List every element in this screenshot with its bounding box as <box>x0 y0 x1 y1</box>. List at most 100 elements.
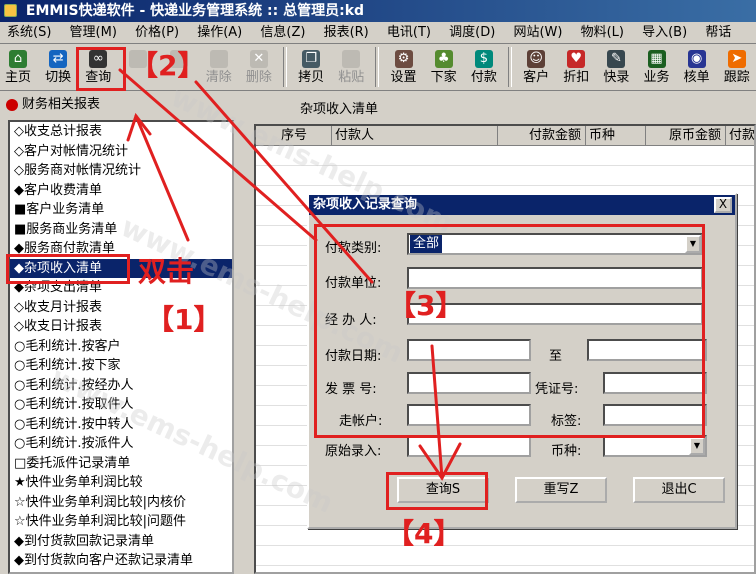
downstream-label: 下家 <box>430 70 457 85</box>
menu-report[interactable]: 报表(R) <box>317 22 376 43</box>
double-click-label: 双击 <box>138 255 195 288</box>
report-tree-item[interactable]: ○毛利统计.按客户 <box>10 337 232 357</box>
highlight-query-submit <box>386 472 488 510</box>
verify-label: 核单 <box>683 70 710 85</box>
step2-label: 【2】 <box>130 49 206 82</box>
menu-operation[interactable]: 操作(A) <box>190 22 249 43</box>
menu-system[interactable]: 系统(S) <box>0 22 58 43</box>
report-tree[interactable]: ◇收支总计报表 ◇客户对帐情况统计 ◇服务商对帐情况统计 ◆客户收费清单 ■客户业务清单… <box>8 120 234 574</box>
paste-button[interactable]: 粘贴 <box>333 45 369 89</box>
menu-info[interactable]: 信息(Z) <box>253 22 312 43</box>
downstream-button[interactable]: ♣ 下家 <box>426 45 462 89</box>
reset-button[interactable]: 重写Z <box>515 477 607 503</box>
track-icon: ➤ <box>727 50 746 68</box>
currency-select[interactable]: ▼ <box>603 435 707 457</box>
switch-button[interactable]: ⇄ 切换 <box>40 45 76 89</box>
window-title: EMMIS快递软件 - 快递业务管理系统 :: 总管理员:kd <box>25 3 365 19</box>
discount-button[interactable]: ♥ 折扣 <box>558 45 594 89</box>
copy-icon: ❐ <box>302 50 321 68</box>
switch-label: 切换 <box>45 70 72 85</box>
menu-dispatch[interactable]: 调度(D) <box>442 22 502 43</box>
copy-button[interactable]: ❐ 拷贝 <box>293 45 329 89</box>
business-label: 业务 <box>643 70 670 85</box>
report-tree-item[interactable]: ◇服务商对帐情况统计 <box>10 161 232 181</box>
sidebar-title: 财务相关报表 <box>22 97 101 112</box>
verify-icon: ◉ <box>687 50 706 68</box>
menu-website[interactable]: 网站(W) <box>506 22 569 43</box>
business-button[interactable]: ▦ 业务 <box>639 45 675 89</box>
entry-label: 原始录入: <box>325 444 382 459</box>
report-tree-item[interactable]: ◆客户收费清单 <box>10 181 232 201</box>
menu-telecom[interactable]: 电讯(T) <box>380 22 438 43</box>
report-tree-item[interactable]: ◆到付货款向客户还款记录清单 <box>10 551 232 571</box>
column-header[interactable]: 原币金额 <box>646 126 726 146</box>
clear-label: 清除 <box>205 70 232 85</box>
menu-manage[interactable]: 管理(M) <box>63 22 124 43</box>
payment-label: 付款 <box>470 70 497 85</box>
settings-label: 设置 <box>390 70 417 85</box>
report-tree-item[interactable]: ■客户业务清单 <box>10 200 232 220</box>
grid-header: 序号 付款人 付款金额 币种 原币金额 付款来 <box>256 126 754 146</box>
report-tree-item[interactable]: ○毛利统计.按下家 <box>10 356 232 376</box>
switch-icon: ⇄ <box>49 50 68 68</box>
report-tree-item[interactable]: ◆到付货款回款记录清单 <box>10 532 232 552</box>
menu-bar: 系统(S) 管理(M) 价格(P) 操作(A) 信息(Z) 报表(R) 电讯(T… <box>0 22 756 44</box>
app-icon <box>4 4 17 17</box>
payment-icon: $ <box>474 50 493 68</box>
settings-button[interactable]: ⚙ 设置 <box>386 45 422 89</box>
menu-price[interactable]: 价格(P) <box>128 22 186 43</box>
highlight-dialog-fields <box>314 224 705 438</box>
copy-label: 拷贝 <box>298 70 325 85</box>
report-tree-item[interactable]: ○毛利统计.按中转人 <box>10 415 232 435</box>
chevron-down-icon[interactable]: ▼ <box>689 437 705 455</box>
close-button[interactable]: X <box>714 197 732 213</box>
entry-input[interactable] <box>407 435 531 457</box>
delete-icon: ✕ <box>249 50 268 68</box>
quick-entry-button[interactable]: ✎ 快录 <box>598 45 634 89</box>
discount-icon: ♥ <box>567 50 586 68</box>
column-header[interactable]: 序号 <box>278 126 332 146</box>
column-header[interactable]: 币种 <box>586 126 646 146</box>
report-tree-item[interactable]: ◇收支总计报表 <box>10 122 232 142</box>
menu-materials[interactable]: 物料(L) <box>574 22 631 43</box>
report-tree-item[interactable]: ☆快件业务单利润比较|内核价 <box>10 493 232 513</box>
toolbar-separator <box>375 47 380 87</box>
column-header[interactable]: 付款人 <box>332 126 498 146</box>
quick-entry-icon: ✎ <box>607 50 626 68</box>
menu-import[interactable]: 导入(B) <box>635 22 694 43</box>
track-label: 跟踪 <box>723 70 750 85</box>
report-tree-item[interactable]: ◇客户对帐情况统计 <box>10 142 232 162</box>
column-header[interactable]: 付款来 <box>726 126 754 146</box>
payment-button[interactable]: $ 付款 <box>466 45 502 89</box>
home-button[interactable]: ⌂ 主页 <box>0 45 36 89</box>
settings-icon: ⚙ <box>394 50 413 68</box>
paste-label: 粘贴 <box>338 70 365 85</box>
report-tree-item[interactable]: ★快件业务单利润比较 <box>10 473 232 493</box>
clear-button[interactable]: 清除 <box>201 45 237 89</box>
toolbar-separator <box>282 47 287 87</box>
report-tree-item[interactable]: ○毛利统计.按取件人 <box>10 395 232 415</box>
delete-button[interactable]: ✕ 删除 <box>241 45 277 89</box>
content-title: 杂项收入清单 <box>300 102 379 117</box>
delete-label: 删除 <box>245 70 272 85</box>
menu-help[interactable]: 帮话 <box>698 22 738 43</box>
column-header[interactable]: 付款金额 <box>498 126 586 146</box>
business-icon: ▦ <box>647 50 666 68</box>
downstream-icon: ♣ <box>434 50 453 68</box>
report-tree-item[interactable]: ○毛利统计.按经办人 <box>10 376 232 396</box>
step3-label: 【3】 <box>388 289 464 322</box>
report-tree-item[interactable]: ☆快件业务单利润比较|问题件 <box>10 512 232 532</box>
highlight-query-button <box>76 47 126 91</box>
toolbar-separator <box>507 47 512 87</box>
step1-label: 【1】 <box>146 303 222 336</box>
exit-button[interactable]: 退出C <box>633 477 725 503</box>
pin-icon <box>6 99 18 111</box>
verify-button[interactable]: ◉ 核单 <box>679 45 715 89</box>
report-tree-item[interactable]: ○毛利统计.按派件人 <box>10 434 232 454</box>
customer-button[interactable]: ☺ 客户 <box>518 45 554 89</box>
currency-label: 币种: <box>551 444 582 459</box>
report-tree-item[interactable]: ■服务商业务清单 <box>10 220 232 240</box>
track-button[interactable]: ➤ 跟踪 <box>719 45 755 89</box>
clear-icon <box>209 50 228 68</box>
report-tree-item[interactable]: □委托派件记录清单 <box>10 454 232 474</box>
